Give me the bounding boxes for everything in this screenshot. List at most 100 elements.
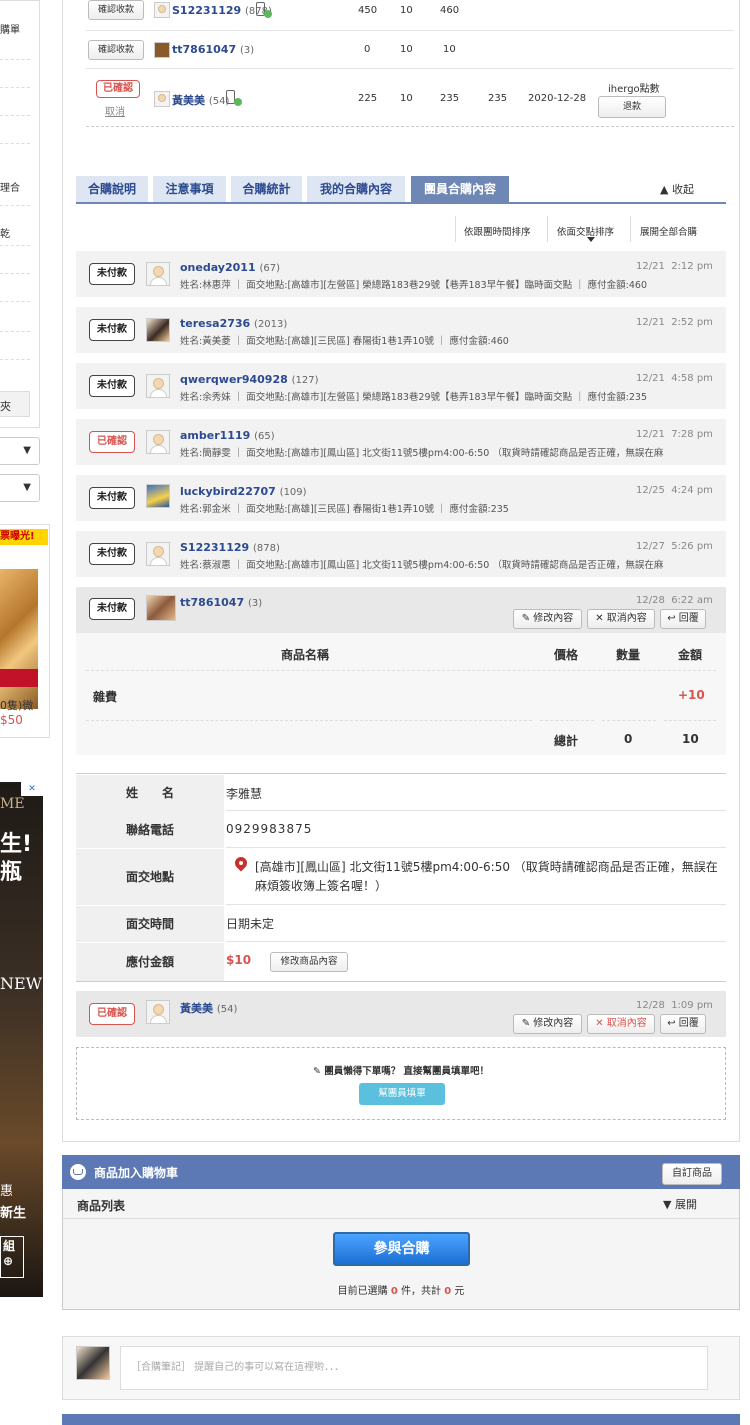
tab-statistics[interactable]: 合購統計 xyxy=(231,176,302,202)
table-divider xyxy=(86,670,716,671)
sort-arrow-icon xyxy=(587,237,595,242)
ad-text: 新生 xyxy=(0,1206,27,1221)
col-header-qty: 數量 xyxy=(616,648,641,662)
ad-close-icon[interactable]: ✕ xyxy=(21,782,43,796)
avatar[interactable] xyxy=(146,484,170,508)
reply-button[interactable]: ↩ 回覆 xyxy=(660,1014,706,1034)
avatar[interactable] xyxy=(146,430,170,454)
product-box xyxy=(0,669,38,687)
avatar[interactable] xyxy=(146,318,170,342)
member-row[interactable]: 未付款 luckybird22707 (109) 12/25 4:24 pm 姓… xyxy=(76,475,726,521)
member-username[interactable]: luckybird22707 (109) xyxy=(180,485,307,498)
sidebar-divider xyxy=(0,87,30,88)
sort-by-place[interactable]: 依面交點排序 xyxy=(557,224,614,238)
note-panel: ［合購筆記］ 提醒自己的事可以寫在這裡喲．．． xyxy=(62,1336,740,1400)
ad-cta-button[interactable]: 組 ⊕ xyxy=(0,1236,24,1278)
table-divider xyxy=(86,720,532,721)
sidebar-item-fragment[interactable]: 理合 xyxy=(0,179,20,194)
order-username[interactable]: tt7861047 (3) xyxy=(172,43,254,56)
form-divider xyxy=(226,941,726,942)
ad-text: 瓶 xyxy=(0,860,23,885)
avatar[interactable] xyxy=(154,42,170,58)
order-cell: 235 xyxy=(440,93,460,104)
item-amount: +10 xyxy=(678,688,705,702)
total-qty: 0 xyxy=(624,732,633,746)
cancel-link[interactable]: 取消 xyxy=(105,103,125,118)
member-username[interactable]: S12231129 (878) xyxy=(180,541,280,554)
avatar[interactable] xyxy=(146,374,170,398)
tab-my-order[interactable]: 我的合購內容 xyxy=(307,176,405,202)
sidebar-select-1[interactable]: ▼ xyxy=(0,437,40,465)
member-row-expanded[interactable]: 未付款 tt7861047 (3) 12/28 6:22 am ✎ 修改內容 ✕… xyxy=(76,587,726,633)
member-username[interactable]: oneday2011 (67) xyxy=(180,261,280,274)
sidebar-select-2[interactable]: ▼ xyxy=(0,474,40,502)
collapse-toggle[interactable]: ▲ 收起 xyxy=(660,181,694,197)
confirm-payment-button[interactable]: 確認收款 xyxy=(88,40,144,60)
expand-toggle[interactable]: ▼ 展開 xyxy=(663,1196,697,1212)
member-username[interactable]: qwerqwer940928 (127) xyxy=(180,373,319,386)
pay-label: 應付金額 xyxy=(76,943,224,981)
chevron-down-icon: ▼ xyxy=(23,445,31,456)
confirm-payment-button[interactable]: 確認收款 xyxy=(88,0,144,20)
tab-underline xyxy=(76,202,726,204)
cancel-content-button[interactable]: ✕ 取消內容 xyxy=(587,1014,655,1034)
order-username[interactable]: 黃美美 (54) xyxy=(172,92,229,108)
modify-items-button[interactable]: 修改商品內容 xyxy=(270,952,348,972)
avatar[interactable] xyxy=(154,91,170,107)
member-row[interactable]: 未付款 qwerqwer940928 (127) 12/21 4:58 pm 姓… xyxy=(76,363,726,409)
member-row[interactable]: 未付款 teresa2736 (2013) 12/21 2:52 pm 姓名:黃… xyxy=(76,307,726,353)
order-summary-table: 確認收款 S12231129 (878) 450 10 460 確認收款 tt7… xyxy=(86,0,734,128)
note-input[interactable]: ［合購筆記］ 提醒自己的事可以寫在這裡喲．．． xyxy=(120,1346,708,1390)
avatar[interactable] xyxy=(146,595,176,621)
avatar[interactable] xyxy=(146,262,170,286)
tab-instructions[interactable]: 合購說明 xyxy=(76,176,148,202)
member-username[interactable]: amber1119 (65) xyxy=(180,429,275,442)
member-row[interactable]: 未付款 oneday2011 (67) 12/21 2:12 pm 姓名:林惠萍… xyxy=(76,251,726,297)
expand-all-link[interactable]: 展開全部合購 xyxy=(640,224,697,238)
avatar[interactable] xyxy=(154,2,170,18)
member-row[interactable]: 已確認 amber1119 (65) 12/21 7:28 pm 姓名:簡靜雯 … xyxy=(76,419,726,465)
member-place: [高雄市][鳳山區] 北文街11號5樓pm4:00-6:50 （取貨時請確認商品… xyxy=(255,860,718,893)
order-cell: 0 xyxy=(364,44,371,55)
member-username[interactable]: 黃美美 (54) xyxy=(180,1000,237,1016)
member-username[interactable]: tt7861047 (3) xyxy=(180,596,262,609)
tab-notices[interactable]: 注意事項 xyxy=(153,176,226,202)
sidebar-menu: 購單 理合 乾 夾 xyxy=(0,0,40,428)
order-cell: 450 xyxy=(358,5,378,16)
banner-ad[interactable]: ✕ ME 生! 瓶 NEW 惠 新生 組 ⊕ xyxy=(0,782,43,1297)
sidebar-item-fragment[interactable]: 購單 xyxy=(0,21,20,36)
table-divider xyxy=(602,720,656,721)
confirmed-badge: 已確認 xyxy=(96,80,140,98)
promo-banner: 票曝光! xyxy=(0,529,48,545)
total-label: 總計 xyxy=(554,734,579,748)
sidebar-divider xyxy=(0,245,30,246)
member-username[interactable]: teresa2736 (2013) xyxy=(180,317,287,330)
avatar[interactable] xyxy=(146,1000,170,1024)
sidebar-item-fragment[interactable]: 乾 xyxy=(0,225,10,240)
product-ad[interactable]: 票曝光! 0隻)微 $50 xyxy=(0,524,50,738)
member-timestamp: 12/21 4:58 pm xyxy=(636,373,713,384)
cart-header: 商品加入購物車 自訂商品 xyxy=(62,1155,740,1189)
edit-content-button[interactable]: ✎ 修改內容 xyxy=(513,1014,582,1034)
fill-for-member-button[interactable]: 幫團員填單 xyxy=(359,1083,445,1105)
edit-content-button[interactable]: ✎ 修改內容 xyxy=(513,609,582,629)
order-cell: 460 xyxy=(440,5,460,16)
cancel-content-button[interactable]: ✕ 取消內容 xyxy=(587,609,655,629)
avatar xyxy=(76,1346,110,1380)
tab-member-orders[interactable]: 團員合購內容 xyxy=(411,176,509,202)
sidebar-button[interactable]: 夾 xyxy=(0,391,30,417)
member-details: 姓名:余秀妹 ｜ 面交地點:[高雄市][左營區] 榮總路183巷29號【巷弄18… xyxy=(180,392,648,403)
member-row[interactable]: 未付款 S12231129 (878) 12/27 5:26 pm 姓名:蔡淑惠… xyxy=(76,531,726,577)
avatar[interactable] xyxy=(146,542,170,566)
sort-divider xyxy=(547,216,548,242)
refund-button[interactable]: 退款 xyxy=(598,96,666,118)
member-timestamp: 12/21 2:52 pm xyxy=(636,317,713,328)
order-note: ihergo點數 xyxy=(608,84,660,95)
member-row[interactable]: 已確認 黃美美 (54) 12/28 1:09 pm ✎ 修改內容 ✕ 取消內容… xyxy=(76,991,726,1037)
unpaid-badge: 未付款 xyxy=(89,375,135,397)
custom-product-button[interactable]: 自訂商品 xyxy=(662,1163,722,1185)
join-order-button[interactable]: 參與合購 xyxy=(333,1232,470,1266)
sort-by-time[interactable]: 依跟團時間排序 xyxy=(464,224,531,238)
form-divider xyxy=(226,847,726,848)
reply-button[interactable]: ↩ 回覆 xyxy=(660,609,706,629)
